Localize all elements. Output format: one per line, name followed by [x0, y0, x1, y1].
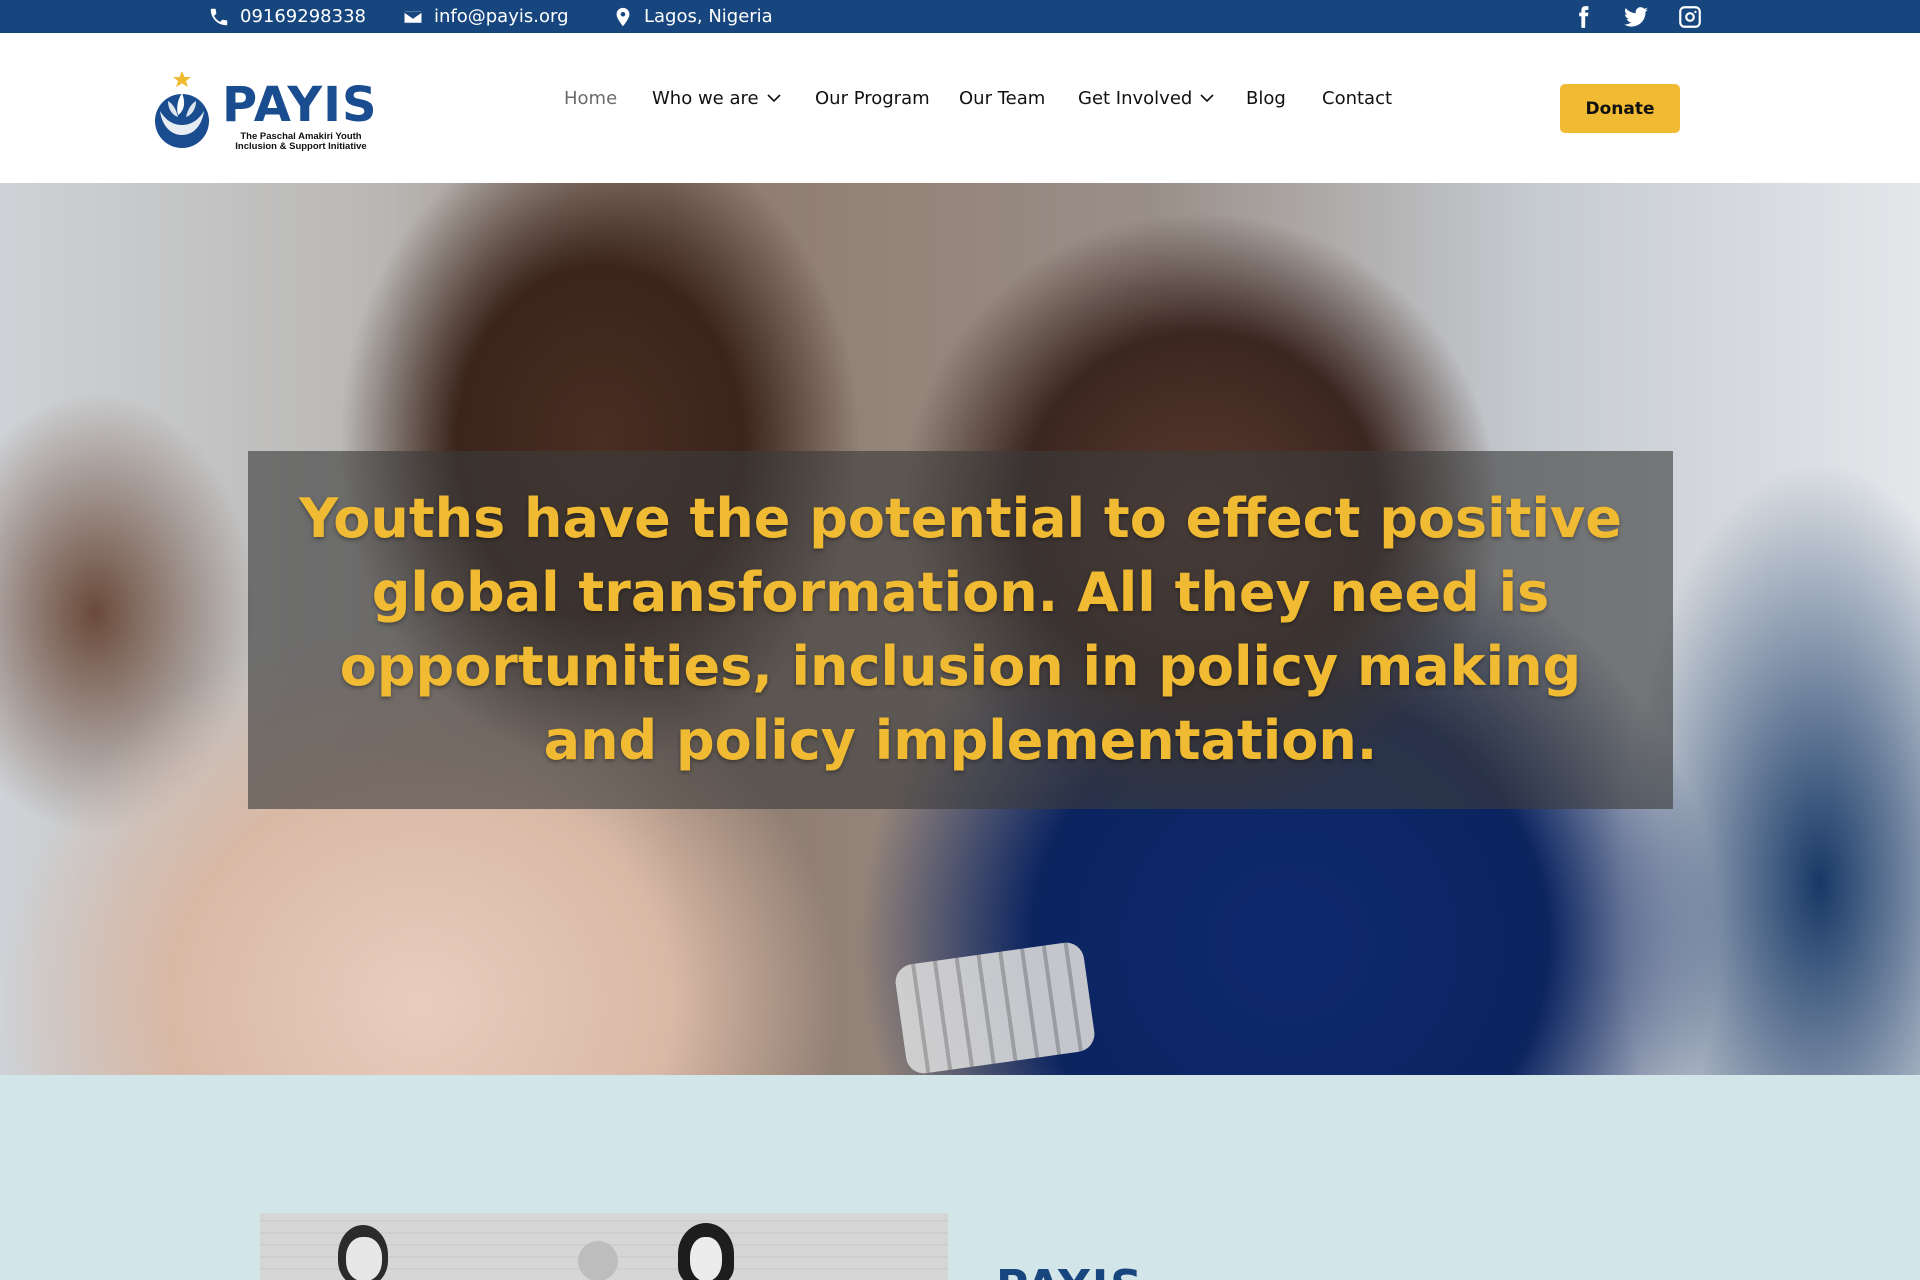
photo-person-face: [690, 1237, 722, 1280]
phone-number: 09169298338: [240, 6, 366, 27]
hero-photo-detail: [893, 940, 1097, 1075]
photo-person-face: [346, 1237, 382, 1280]
about-section: PAYIS: [0, 1075, 1920, 1280]
nav-blog[interactable]: Blog: [1246, 83, 1286, 113]
phone-contact[interactable]: 09169298338: [208, 0, 366, 33]
facebook-icon: [1579, 5, 1589, 28]
map-pin-icon: [616, 7, 630, 26]
hero-quote-box: Youths have the potential to effect posi…: [248, 451, 1673, 809]
email-address: info@payis.org: [434, 6, 569, 27]
nav-who-we-are[interactable]: Who we are: [652, 83, 782, 113]
nav-our-program[interactable]: Our Program: [815, 83, 930, 113]
donate-button[interactable]: Donate: [1560, 84, 1680, 133]
instagram-icon: [1679, 5, 1701, 28]
instagram-link[interactable]: [1677, 0, 1703, 33]
twitter-icon: [1624, 6, 1648, 27]
payis-logo[interactable]: PAYIS The Paschal Amakiri Youth Inclusio…: [146, 69, 378, 159]
nav-contact[interactable]: Contact: [1322, 83, 1392, 113]
logo-wordmark: PAYIS: [222, 77, 378, 133]
location-contact: Lagos, Nigeria: [612, 0, 773, 33]
hero-banner: Youths have the potential to effect posi…: [0, 183, 1920, 1075]
nav-our-program-label: Our Program: [815, 87, 930, 109]
facebook-link[interactable]: [1570, 0, 1596, 33]
nav-get-involved-label: Get Involved: [1078, 87, 1193, 109]
location-text: Lagos, Nigeria: [644, 6, 773, 27]
nav-get-involved[interactable]: Get Involved: [1078, 83, 1215, 113]
about-heading: PAYIS: [996, 1265, 1144, 1280]
logo-mark-icon: [155, 71, 209, 148]
nav-who-we-are-label: Who we are: [652, 87, 759, 109]
chevron-down-icon: [1200, 94, 1214, 103]
about-photo: [260, 1213, 948, 1280]
top-bar: 09169298338 info@payis.org Lagos, Nigeri…: [0, 0, 1920, 33]
twitter-link[interactable]: [1623, 0, 1649, 33]
envelope-icon: [403, 9, 423, 24]
nav-home[interactable]: Home: [564, 83, 617, 113]
nav-contact-label: Contact: [1322, 87, 1393, 109]
nav-our-team[interactable]: Our Team: [959, 83, 1045, 113]
site-header: PAYIS The Paschal Amakiri Youth Inclusio…: [0, 33, 1920, 183]
nav-our-team-label: Our Team: [959, 87, 1046, 109]
photo-person: [578, 1241, 618, 1280]
email-contact[interactable]: info@payis.org: [402, 0, 569, 33]
phone-icon: [210, 8, 228, 25]
logo-tagline: The Paschal Amakiri Youth Inclusion & Su…: [235, 131, 367, 152]
chevron-down-icon: [767, 94, 781, 103]
hero-quote: Youths have the potential to effect posi…: [299, 487, 1622, 772]
nav-home-label: Home: [564, 87, 618, 109]
nav-blog-label: Blog: [1246, 87, 1286, 109]
